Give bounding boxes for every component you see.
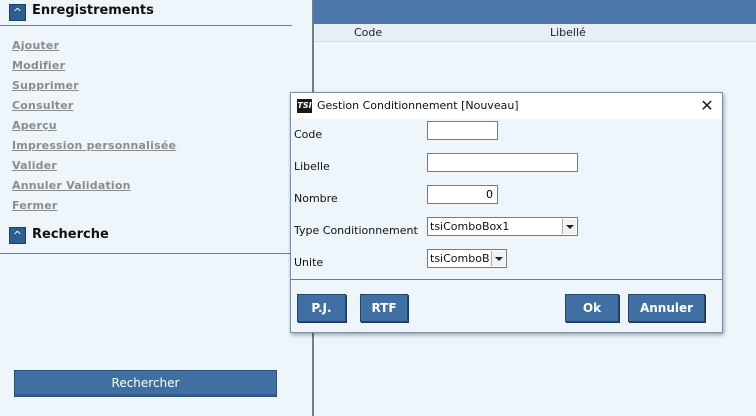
collapse-icon[interactable]: ^	[9, 4, 26, 21]
rtf-button[interactable]: RTF	[360, 294, 408, 322]
action-impression-link[interactable]: Impression personnalisée	[12, 138, 176, 158]
action-annuler-validation-link[interactable]: Annuler Validation	[12, 178, 176, 198]
gestion-conditionnement-dialog: TSI Gestion Conditionnement [Nouveau] ✕ …	[290, 92, 723, 333]
left-panel: ^ Enregistrements Ajouter Modifier Suppr…	[0, 0, 312, 416]
chevron-down-icon[interactable]	[491, 251, 505, 266]
type-conditionnement-select[interactable]: tsiComboBox1	[427, 217, 578, 236]
action-supprimer-link[interactable]: Supprimer	[12, 78, 176, 98]
search-button[interactable]: Rechercher	[14, 370, 277, 397]
action-valider-link[interactable]: Valider	[12, 158, 176, 178]
action-apercu-link[interactable]: Aperçu	[12, 118, 176, 138]
section-title-recherche: Recherche	[32, 227, 109, 242]
ok-button[interactable]: Ok	[565, 294, 619, 322]
action-modifier-link[interactable]: Modifier	[12, 58, 176, 78]
type-conditionnement-label: Type Conditionnement	[294, 224, 418, 237]
code-field[interactable]	[427, 121, 498, 140]
unite-select[interactable]: tsiComboBox	[427, 249, 507, 268]
grid-header: Code Libellé	[314, 24, 756, 42]
dialog-titlebar[interactable]: TSI Gestion Conditionnement [Nouveau] ✕	[291, 93, 722, 119]
type-conditionnement-value: tsiComboBox1	[430, 220, 510, 233]
nombre-field[interactable]	[427, 185, 498, 204]
section-header-enregistrements[interactable]: ^ Enregistrements	[0, 0, 292, 26]
libelle-field[interactable]	[427, 153, 578, 172]
column-header-libelle[interactable]: Libellé	[550, 26, 586, 39]
action-menu: Ajouter Modifier Supprimer Consulter Ape…	[12, 38, 176, 218]
unite-value: tsiComboBox	[430, 252, 490, 265]
unite-label: Unite	[294, 256, 324, 269]
form-row-unite: Unite tsiComboBox	[291, 249, 722, 273]
list-toolbar	[314, 0, 756, 24]
attachments-button[interactable]: P.J.	[297, 294, 346, 322]
action-fermer-link[interactable]: Fermer	[12, 198, 176, 218]
form-row-type: Type Conditionnement tsiComboBox1	[291, 217, 722, 241]
cancel-button[interactable]: Annuler	[628, 294, 705, 322]
section-header-recherche[interactable]: ^ Recherche	[0, 222, 312, 254]
nombre-label: Nombre	[294, 192, 338, 205]
close-icon[interactable]: ✕	[696, 96, 718, 116]
chevron-down-icon[interactable]	[562, 219, 576, 234]
collapse-icon[interactable]: ^	[9, 227, 26, 244]
libelle-label: Libelle	[294, 160, 330, 173]
section-title-enregistrements: Enregistrements	[32, 3, 154, 18]
column-header-code[interactable]: Code	[354, 26, 382, 39]
code-label: Code	[294, 128, 323, 141]
app-logo-icon: TSI	[297, 99, 312, 113]
dialog-title: Gestion Conditionnement [Nouveau]	[317, 99, 519, 112]
dialog-divider	[291, 279, 722, 280]
action-consulter-link[interactable]: Consulter	[12, 98, 176, 118]
form-row-code: Code	[291, 121, 722, 145]
action-ajouter-link[interactable]: Ajouter	[12, 38, 176, 58]
form-row-libelle: Libelle	[291, 153, 722, 177]
form-row-nombre: Nombre	[291, 185, 722, 209]
